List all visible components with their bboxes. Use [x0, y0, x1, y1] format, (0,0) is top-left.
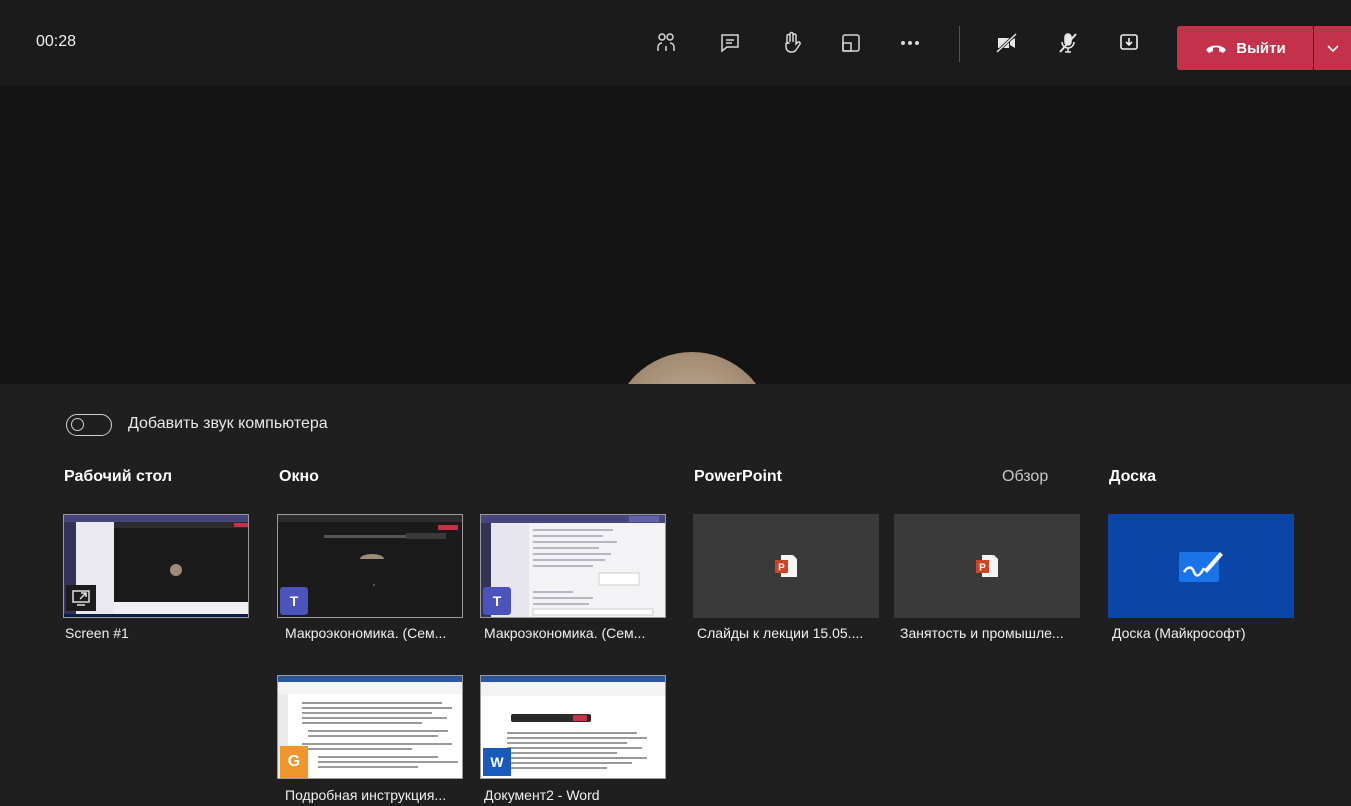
section-powerpoint: PowerPoint [694, 468, 783, 485]
meeting-stage [0, 86, 1351, 384]
participant-avatar [612, 352, 772, 384]
share-powerpoint-thumbnail[interactable]: P [894, 514, 1080, 618]
section-desktop: Рабочий стол [64, 468, 173, 485]
whiteboard-icon [1179, 552, 1223, 582]
camera-off-icon[interactable] [992, 28, 1022, 58]
toolbar-divider [959, 26, 960, 62]
share-window-thumbnail[interactable]: W [480, 675, 666, 779]
thumbnail-label: Документ2 - Word [484, 787, 600, 803]
leave-options-button[interactable] [1314, 26, 1351, 70]
chevron-down-icon [1326, 45, 1339, 53]
leave-button[interactable]: Выйти [1177, 26, 1313, 70]
app-icon: G [280, 746, 308, 778]
powerpoint-file-icon: P [775, 555, 797, 577]
participants-icon[interactable] [651, 28, 681, 58]
share-screen-icon[interactable] [1114, 28, 1144, 58]
share-window-thumbnail[interactable]: T [480, 514, 666, 618]
thumbnail-label: Макроэкономика. (Сем... [285, 625, 447, 641]
teams-icon: T [483, 587, 511, 615]
call-timer: 00:28 [36, 33, 77, 50]
mic-off-icon[interactable] [1053, 28, 1083, 58]
share-tray: Добавить звук компьютера Рабочий стол Ок… [0, 384, 1351, 806]
section-window: Окно [279, 468, 319, 485]
toggle-knob [71, 418, 84, 431]
svg-text:P: P [979, 563, 986, 574]
thumbnail-label: Screen #1 [65, 625, 129, 641]
svg-text:P: P [778, 563, 785, 574]
share-tray-icon[interactable] [836, 28, 866, 58]
thumbnail-label: Подробная инструкция... [285, 787, 447, 803]
chat-icon[interactable] [715, 28, 745, 58]
share-window-thumbnail[interactable]: G [277, 675, 463, 779]
word-icon: W [483, 748, 511, 776]
share-whiteboard-thumbnail[interactable] [1108, 514, 1294, 618]
browse-link[interactable]: Обзор [1002, 468, 1048, 486]
computer-audio-label: Добавить звук компьютера [128, 415, 328, 432]
leave-label: Выйти [1236, 39, 1286, 57]
share-powerpoint-thumbnail[interactable]: P [693, 514, 879, 618]
powerpoint-file-icon: P [976, 555, 998, 577]
computer-audio-toggle[interactable] [66, 414, 112, 436]
hang-up-icon [1206, 45, 1227, 53]
screen-icon [66, 585, 96, 611]
teams-icon: T [280, 587, 308, 615]
thumbnail-label: Слайды к лекции 15.05.... [697, 625, 864, 641]
more-actions-icon[interactable] [895, 28, 925, 58]
raise-hand-icon[interactable] [776, 28, 806, 58]
thumbnail-label: Занятость и промышле... [900, 625, 1064, 641]
share-window-thumbnail[interactable]: T [277, 514, 463, 618]
share-screen-1-thumbnail[interactable] [63, 514, 249, 618]
section-whiteboard: Доска [1109, 468, 1156, 485]
meeting-toolbar: 00:28 Выйти [0, 0, 1351, 86]
thumbnail-label: Доска (Майкрософт) [1112, 625, 1246, 641]
thumbnail-label: Макроэкономика. (Сем... [484, 625, 646, 641]
